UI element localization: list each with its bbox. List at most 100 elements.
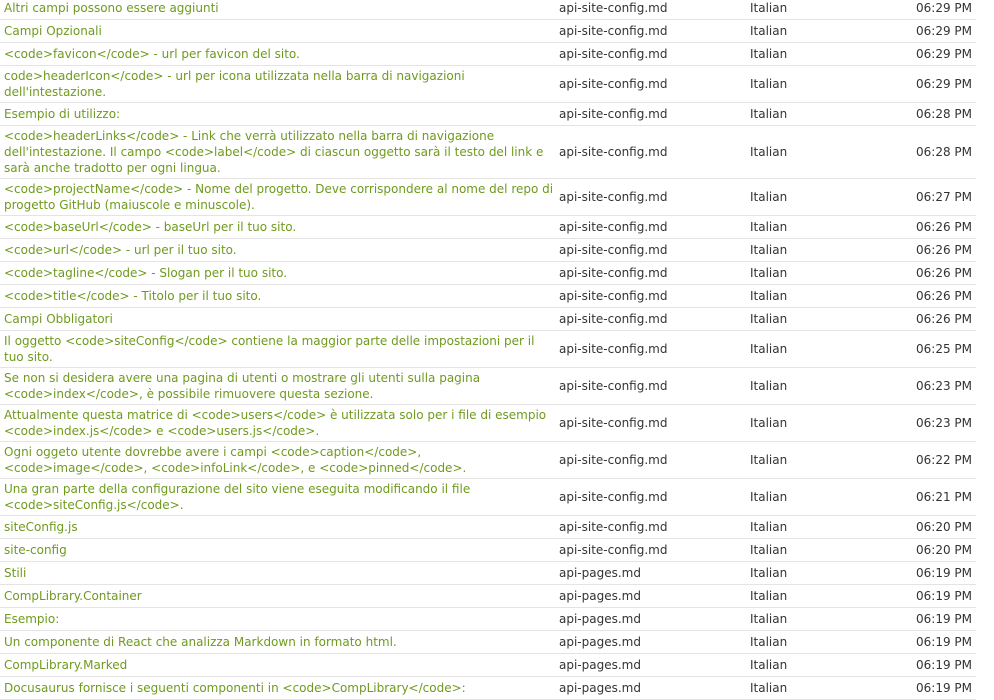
file-name: api-site-config.md <box>559 312 668 326</box>
language-name: Italian <box>750 1 788 15</box>
table-row[interactable]: Attualmente questa matrice di <code>user… <box>0 405 976 442</box>
file-name: api-pages.md <box>559 635 641 649</box>
source-string-link[interactable]: <code>headerLinks</code> - Link che verr… <box>0 126 555 178</box>
file-name: api-site-config.md <box>559 379 668 393</box>
source-string-link[interactable]: <code>projectName</code> - Nome del prog… <box>0 179 555 215</box>
table-row[interactable]: Campi Opzionali api-site-config.md Italian… <box>0 20 976 43</box>
source-string-link[interactable]: Altri campi possono essere aggiunti <box>0 0 555 18</box>
timestamp: 06:20 PM <box>916 520 972 534</box>
timestamp: 06:19 PM <box>916 681 972 695</box>
timestamp: 06:21 PM <box>916 490 972 504</box>
table-row[interactable]: Una gran parte della configurazione del … <box>0 479 976 516</box>
source-string-link[interactable]: Se non si desidera avere una pagina di u… <box>0 368 555 404</box>
language-name: Italian <box>750 589 788 603</box>
source-string-link[interactable]: site-config <box>0 540 555 560</box>
table-row[interactable]: Altri campi possono essere aggiunti api-s… <box>0 0 976 20</box>
table-row[interactable]: <code>tagline</code> - Slogan per il tuo… <box>0 262 976 285</box>
file-name: api-site-config.md <box>559 543 668 557</box>
language-name: Italian <box>750 416 788 430</box>
table-row[interactable]: <code>url</code> - url per il tuo sito. a… <box>0 239 976 262</box>
source-string-link[interactable]: CompLibrary.Marked <box>0 655 555 675</box>
source-string-link[interactable]: CompLibrary.Container <box>0 586 555 606</box>
language-name: Italian <box>750 520 788 534</box>
table-row[interactable]: code>headerIcon</code> - url per icona u… <box>0 66 976 103</box>
file-name: api-pages.md <box>559 612 641 626</box>
language-name: Italian <box>750 107 788 121</box>
language-name: Italian <box>750 145 788 159</box>
table-row[interactable]: <code>headerLinks</code> - Link che verr… <box>0 126 976 179</box>
language-name: Italian <box>750 312 788 326</box>
table-row[interactable]: Il oggetto <code>siteConfig</code> conti… <box>0 331 976 368</box>
timestamp: 06:19 PM <box>916 566 972 580</box>
timestamp: 06:27 PM <box>916 190 972 204</box>
source-string-link[interactable]: Esempio di utilizzo: <box>0 104 555 124</box>
language-name: Italian <box>750 490 788 504</box>
source-string-link[interactable]: <code>baseUrl</code> - baseUrl per il tu… <box>0 217 555 237</box>
file-name: api-site-config.md <box>559 243 668 257</box>
table-row[interactable]: <code>title</code> - Titolo per il tuo s… <box>0 285 976 308</box>
file-name: api-site-config.md <box>559 1 668 15</box>
table-row[interactable]: site-config api-site-config.md Italian 06:2… <box>0 539 976 562</box>
source-string-link[interactable]: Ogni oggeto utente dovrebbe avere i camp… <box>0 442 555 478</box>
source-string-link[interactable]: <code>url</code> - url per il tuo sito. <box>0 240 555 260</box>
table-row[interactable]: CompLibrary.Container api-pages.md Italian… <box>0 585 976 608</box>
source-string-link[interactable]: Campi Obbligatori <box>0 309 555 329</box>
language-name: Italian <box>750 543 788 557</box>
table-row[interactable]: Esempio: api-pages.md Italian 06:19 PM <box>0 608 976 631</box>
language-name: Italian <box>750 77 788 91</box>
source-string-link[interactable]: Un componente di React che analizza Mark… <box>0 632 555 652</box>
source-string-link[interactable]: Il oggetto <code>siteConfig</code> conti… <box>0 331 555 367</box>
table-row[interactable]: Se non si desidera avere una pagina di u… <box>0 368 976 405</box>
file-name: api-site-config.md <box>559 145 668 159</box>
table-row[interactable]: Stili api-pages.md Italian 06:19 PM <box>0 562 976 585</box>
table-row[interactable]: Un componente di React che analizza Mark… <box>0 631 976 654</box>
table-row[interactable]: <code>baseUrl</code> - baseUrl per il tu… <box>0 216 976 239</box>
file-name: api-site-config.md <box>559 289 668 303</box>
timestamp: 06:29 PM <box>916 1 972 15</box>
timestamp: 06:26 PM <box>916 289 972 303</box>
language-name: Italian <box>750 681 788 695</box>
activity-list: Altri campi possono essere aggiunti api-s… <box>0 0 976 700</box>
source-string-link[interactable]: code>headerIcon</code> - url per icona u… <box>0 66 555 102</box>
table-row[interactable]: Ogni oggeto utente dovrebbe avere i camp… <box>0 442 976 479</box>
file-name: api-pages.md <box>559 681 641 695</box>
language-name: Italian <box>750 453 788 467</box>
timestamp: 06:26 PM <box>916 266 972 280</box>
file-name: api-site-config.md <box>559 220 668 234</box>
timestamp: 06:19 PM <box>916 658 972 672</box>
language-name: Italian <box>750 190 788 204</box>
timestamp: 06:19 PM <box>916 635 972 649</box>
file-name: api-site-config.md <box>559 520 668 534</box>
language-name: Italian <box>750 635 788 649</box>
file-name: api-site-config.md <box>559 47 668 61</box>
timestamp: 06:19 PM <box>916 589 972 603</box>
language-name: Italian <box>750 658 788 672</box>
table-row[interactable]: Esempio di utilizzo: api-site-config.md It… <box>0 103 976 126</box>
source-string-link[interactable]: <code>favicon</code> - url per favicon d… <box>0 44 555 64</box>
timestamp: 06:26 PM <box>916 243 972 257</box>
source-string-link[interactable]: Attualmente questa matrice di <code>user… <box>0 405 555 441</box>
table-row[interactable]: Campi Obbligatori api-site-config.md Itali… <box>0 308 976 331</box>
source-string-link[interactable]: siteConfig.js <box>0 517 555 537</box>
file-name: api-site-config.md <box>559 490 668 504</box>
table-row[interactable]: <code>projectName</code> - Nome del prog… <box>0 179 976 216</box>
source-string-link[interactable]: Campi Opzionali <box>0 21 555 41</box>
timestamp: 06:19 PM <box>916 612 972 626</box>
source-string-link[interactable]: <code>tagline</code> - Slogan per il tuo… <box>0 263 555 283</box>
source-string-link[interactable]: Esempio: <box>0 609 555 629</box>
file-name: api-site-config.md <box>559 342 668 356</box>
table-row[interactable]: siteConfig.js api-site-config.md Italian 06… <box>0 516 976 539</box>
timestamp: 06:23 PM <box>916 416 972 430</box>
table-row[interactable]: Docusaurus fornisce i seguenti component… <box>0 677 976 700</box>
table-row[interactable]: CompLibrary.Marked api-pages.md Italian 06:… <box>0 654 976 677</box>
timestamp: 06:29 PM <box>916 47 972 61</box>
source-string-link[interactable]: Docusaurus fornisce i seguenti component… <box>0 678 555 698</box>
timestamp: 06:22 PM <box>916 453 972 467</box>
source-string-link[interactable]: <code>title</code> - Titolo per il tuo s… <box>0 286 555 306</box>
file-name: api-site-config.md <box>559 77 668 91</box>
source-string-link[interactable]: Una gran parte della configurazione del … <box>0 479 555 515</box>
timestamp: 06:20 PM <box>916 543 972 557</box>
table-row[interactable]: <code>favicon</code> - url per favicon d… <box>0 43 976 66</box>
timestamp: 06:28 PM <box>916 107 972 121</box>
source-string-link[interactable]: Stili <box>0 563 555 583</box>
